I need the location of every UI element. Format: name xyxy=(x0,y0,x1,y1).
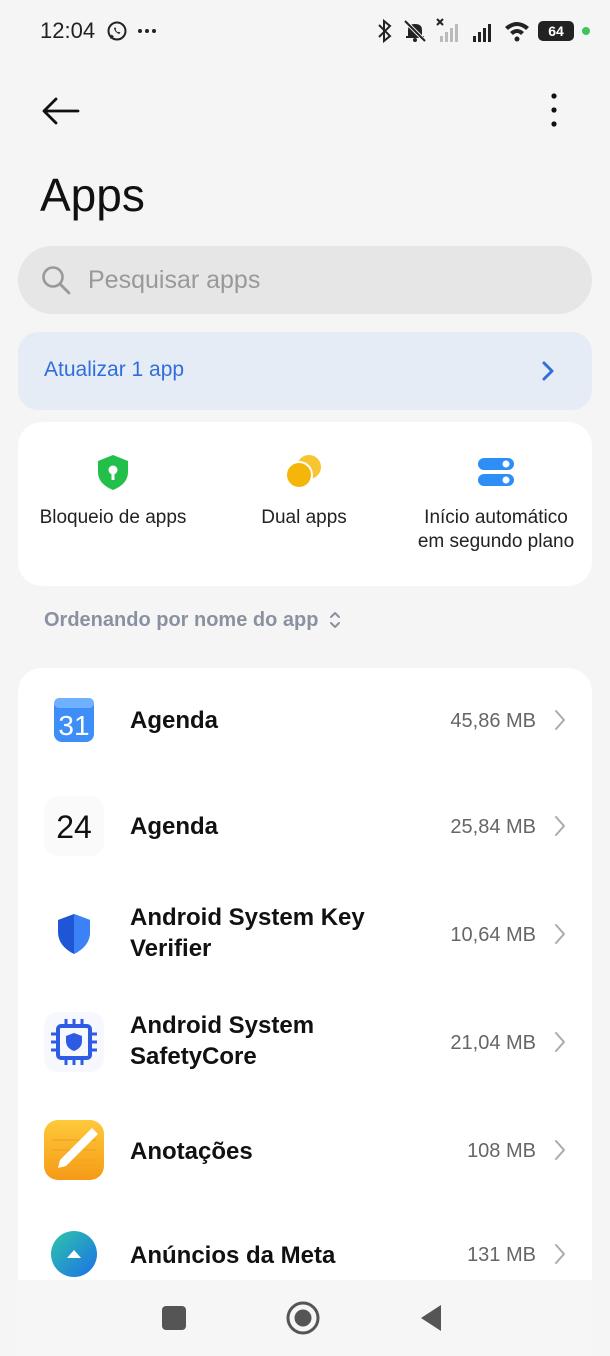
update-apps-banner[interactable]: Atualizar 1 app xyxy=(18,332,592,410)
more-notifications-icon xyxy=(138,29,156,33)
app-name: Anotações xyxy=(130,1138,253,1165)
wifi-icon xyxy=(505,22,529,42)
chevron-right-icon xyxy=(555,1032,565,1052)
app-name-line2: SafetyCore xyxy=(130,1043,257,1070)
page-title: Apps xyxy=(40,169,145,221)
recents-square-icon[interactable] xyxy=(154,1298,194,1338)
app-size: 108 MB xyxy=(467,1140,536,1162)
autostart-label-line1: Início automático xyxy=(424,507,568,528)
chevron-right-icon xyxy=(555,816,565,836)
dual-apps-label: Dual apps xyxy=(261,507,347,528)
safetycore-chip-icon xyxy=(44,1012,104,1072)
home-circle-icon[interactable] xyxy=(283,1298,323,1338)
app-name: Agenda xyxy=(130,707,219,734)
search-icon xyxy=(42,266,71,295)
battery-icon: 64 xyxy=(538,21,574,41)
calendar-24-icon: 24 xyxy=(44,796,104,856)
apps-list: 31 Agenda 45,86 MB 24 Agenda 25,84 MB An… xyxy=(18,668,592,1356)
app-name: Android System SafetyCore xyxy=(130,1010,420,1072)
back-triangle-icon[interactable] xyxy=(412,1298,452,1338)
key-verifier-shield-icon xyxy=(58,914,90,954)
autostart-feature[interactable]: Início automático em segundo plano xyxy=(400,422,592,586)
status-bar: 12:04 64 xyxy=(0,0,610,64)
app-name: Agenda xyxy=(130,813,219,840)
app-lock-label: Bloqueio de apps xyxy=(39,507,187,528)
app-name-line1: Android System Key xyxy=(130,904,365,931)
toggles-icon xyxy=(478,458,514,486)
update-apps-label: Atualizar 1 app xyxy=(44,358,185,381)
app-lock-feature[interactable]: Bloqueio de apps xyxy=(18,422,208,586)
navigation-bar xyxy=(0,1280,610,1356)
app-row[interactable]: 24 Agenda 25,84 MB xyxy=(18,774,592,878)
app-name-line1: Android System xyxy=(130,1012,315,1039)
app-name: Android System Key Verifier xyxy=(130,902,420,964)
no-signal-icon xyxy=(436,18,458,42)
calendar-31-text: 31 xyxy=(58,710,89,741)
meta-ads-icon xyxy=(51,1231,97,1277)
app-name: Anúncios da Meta xyxy=(130,1242,336,1269)
autostart-label-line2: em segundo plano xyxy=(417,531,575,552)
app-size: 45,86 MB xyxy=(450,710,536,732)
search-input[interactable] xyxy=(88,246,568,314)
features-card: Bloqueio de apps Dual apps Início automá… xyxy=(18,422,592,586)
silent-icon xyxy=(403,19,427,43)
app-row[interactable]: 31 Agenda 45,86 MB xyxy=(18,668,592,772)
calendar-24-text: 24 xyxy=(56,809,92,845)
calendar-31-icon: 31 xyxy=(54,698,94,742)
notes-pencil-icon xyxy=(44,1120,104,1180)
sort-updown-icon xyxy=(330,612,341,628)
app-size: 131 MB xyxy=(467,1244,536,1266)
charging-dot xyxy=(582,27,590,35)
sort-label: Ordenando por nome do app xyxy=(44,608,319,631)
chevron-right-icon xyxy=(555,710,565,730)
app-size: 10,64 MB xyxy=(450,924,536,946)
autostart-label: Início automático em segundo plano xyxy=(400,506,592,554)
bluetooth-icon xyxy=(378,18,392,44)
back-arrow-icon[interactable] xyxy=(38,88,84,134)
signal-icon xyxy=(473,24,491,42)
chevron-right-icon xyxy=(542,361,554,381)
dual-circles-icon xyxy=(285,455,321,489)
whatsapp-icon xyxy=(107,21,127,41)
app-size: 25,84 MB xyxy=(450,816,536,838)
top-bar xyxy=(0,84,610,134)
app-row[interactable]: Android System SafetyCore 21,04 MB xyxy=(18,990,592,1100)
app-size: 21,04 MB xyxy=(450,1032,536,1054)
more-options-icon[interactable] xyxy=(542,90,566,130)
chevron-right-icon xyxy=(555,1140,565,1160)
search-box[interactable] xyxy=(18,246,592,314)
shield-lock-icon xyxy=(98,455,128,490)
dual-apps-feature[interactable]: Dual apps xyxy=(208,422,400,586)
sort-selector[interactable]: Ordenando por nome do app xyxy=(44,606,342,634)
status-time: 12:04 xyxy=(40,18,96,43)
app-name-line2: Verifier xyxy=(130,935,212,962)
app-row[interactable]: Anotações 108 MB xyxy=(18,1100,592,1204)
chevron-right-icon xyxy=(555,924,565,944)
app-row[interactable]: Android System Key Verifier 10,64 MB xyxy=(18,880,592,990)
chevron-right-icon xyxy=(555,1244,565,1264)
